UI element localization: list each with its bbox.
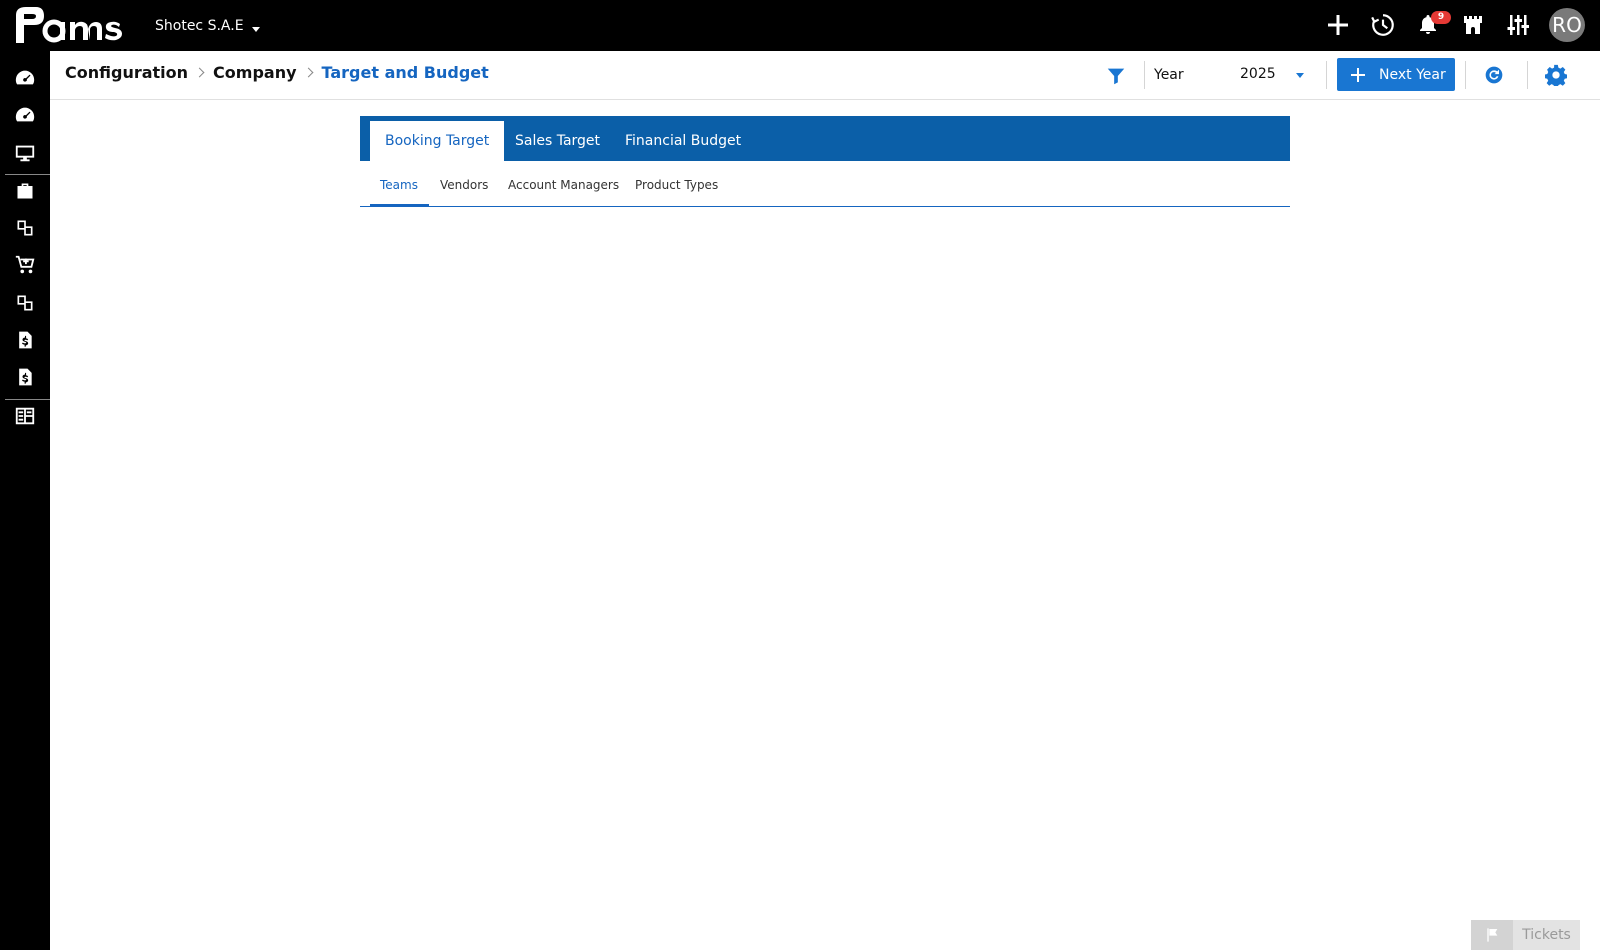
subtab-vendors[interactable]: Vendors xyxy=(440,178,488,192)
subtab-account-managers[interactable]: Account Managers xyxy=(508,178,619,192)
tab-booking-target[interactable]: Booking Target xyxy=(370,121,505,161)
sidebar-item-invoices[interactable] xyxy=(0,323,50,357)
briefcase-icon xyxy=(17,183,33,199)
tickets-label: Tickets xyxy=(1522,927,1571,943)
year-value: 2025 xyxy=(1240,66,1276,82)
breadcrumb-company[interactable]: Company xyxy=(213,63,296,82)
page-header: Configuration Company Target and Budget … xyxy=(50,51,1600,100)
flag-icon xyxy=(1471,920,1513,950)
chevron-right-icon xyxy=(303,67,313,78)
invoice-icon xyxy=(19,368,32,386)
app-logo[interactable] xyxy=(10,5,130,45)
divider xyxy=(1326,61,1327,89)
sidebar xyxy=(0,51,50,950)
sidebar-item-products[interactable] xyxy=(0,211,50,245)
sidebar-item-inventory[interactable] xyxy=(0,286,50,320)
cart-icon xyxy=(15,255,35,274)
filter-icon[interactable] xyxy=(1105,65,1127,87)
year-select[interactable]: 2025 xyxy=(1240,61,1320,89)
plus-icon xyxy=(1351,67,1365,82)
add-icon[interactable] xyxy=(1323,10,1353,40)
sidebar-item-cart[interactable] xyxy=(0,248,50,282)
sidebar-item-monitor[interactable] xyxy=(0,136,50,170)
year-label: Year xyxy=(1154,67,1184,83)
caret-down-icon xyxy=(1296,73,1304,78)
tab-sales-target[interactable]: Sales Target xyxy=(500,121,615,161)
sidebar-item-dashboard-2[interactable] xyxy=(0,98,50,132)
chevron-right-icon xyxy=(194,67,205,78)
divider xyxy=(1527,61,1528,89)
dashboard-icon xyxy=(15,107,35,122)
next-year-button[interactable]: Next Year xyxy=(1337,58,1455,91)
sidebar-item-reports[interactable] xyxy=(0,399,50,433)
top-bar: Shotec S.A.E 9 RO xyxy=(0,0,1600,51)
notification-badge: 9 xyxy=(1431,11,1451,24)
subtab-teams[interactable]: Teams xyxy=(380,178,418,192)
tab-financial-budget[interactable]: Financial Budget xyxy=(610,121,756,161)
layout-icon xyxy=(15,407,35,425)
breadcrumb-configuration[interactable]: Configuration xyxy=(65,63,188,82)
history-icon[interactable] xyxy=(1368,10,1398,40)
castle-icon[interactable] xyxy=(1458,10,1488,40)
boxes-icon xyxy=(17,295,33,311)
sidebar-item-payments[interactable] xyxy=(0,360,50,394)
boxes-icon xyxy=(17,220,33,236)
sidebar-item-briefcase[interactable] xyxy=(0,174,50,208)
company-selector[interactable]: Shotec S.A.E xyxy=(155,18,260,34)
page-title: Target and Budget xyxy=(321,63,489,82)
dashboard-icon xyxy=(15,70,35,85)
sidebar-item-dashboard[interactable] xyxy=(0,61,50,95)
invoice-icon xyxy=(19,331,32,349)
divider xyxy=(1465,61,1466,89)
chevron-down-icon xyxy=(251,26,260,32)
active-subtab-indicator xyxy=(370,204,429,206)
next-year-label: Next Year xyxy=(1379,66,1446,83)
monitor-icon xyxy=(15,145,35,162)
divider xyxy=(1144,61,1145,89)
subtab-product-types[interactable]: Product Types xyxy=(635,178,718,192)
company-name: Shotec S.A.E xyxy=(155,18,244,34)
tickets-button[interactable]: Tickets xyxy=(1471,920,1580,950)
main-tabs: Booking Target Sales Target Financial Bu… xyxy=(360,116,1290,161)
breadcrumb: Configuration Company Target and Budget xyxy=(65,63,489,82)
gear-icon[interactable] xyxy=(1544,63,1568,87)
sub-tabs: Teams Vendors Account Managers Product T… xyxy=(360,161,1290,207)
sliders-icon[interactable] xyxy=(1503,10,1533,40)
user-avatar[interactable]: RO xyxy=(1549,8,1585,42)
refresh-icon[interactable] xyxy=(1482,63,1506,87)
bell-icon[interactable]: 9 xyxy=(1413,10,1451,40)
